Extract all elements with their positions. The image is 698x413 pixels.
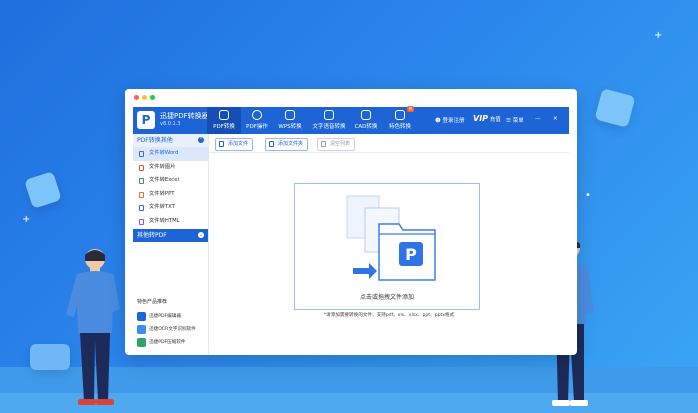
- app-header: P 迅捷PDF转换器 v8.0.1.3 PDF转换 PDF操作 WPS转换 文字…: [133, 106, 569, 134]
- sidebar-item-to-html[interactable]: 文件转HTML: [133, 215, 208, 229]
- sidebar-item-to-ppt[interactable]: 文件转PPT: [133, 188, 208, 202]
- special-icon: [395, 110, 405, 120]
- sidebar: PDF转换其他 ⌃ 文件转Word 文件转图片 文件转Excel 文件转PPT …: [133, 134, 209, 355]
- tab-label: 特色转换: [388, 124, 411, 130]
- minimize-button[interactable]: —: [535, 116, 541, 122]
- vip-recharge-link[interactable]: VIP 充值: [473, 114, 501, 123]
- tab-label: PDF转换: [213, 124, 235, 130]
- login-label: 登录注册: [442, 118, 465, 124]
- window-minimize-dot[interactable]: [142, 95, 147, 100]
- sidebar-group-label: 其他转PDF: [137, 232, 167, 239]
- sidebar-item-to-excel[interactable]: 文件转Excel: [133, 174, 208, 188]
- sparkle-icon: +: [22, 214, 31, 225]
- vip-logo: VIP: [473, 114, 489, 123]
- user-icon: ☻: [435, 118, 441, 124]
- sidebar-item-label: 文件转TXT: [149, 204, 175, 210]
- vip-label: 充值: [489, 117, 501, 123]
- sidebar-group-label: PDF转换其他: [137, 137, 173, 144]
- app-version: v8.0.1.3: [160, 121, 181, 127]
- promo-ocr[interactable]: 迅捷OCR文字识别软件: [137, 324, 196, 335]
- tab-special-convert[interactable]: 热 特色转换: [383, 106, 417, 134]
- app-window: P 迅捷PDF转换器 v8.0.1.3 PDF转换 PDF操作 WPS转换 文字…: [125, 89, 577, 355]
- add-file-label: 添加文件: [228, 141, 249, 147]
- floating-plug-icon: [594, 88, 636, 128]
- add-file-button[interactable]: 添加文件: [215, 138, 254, 151]
- image-file-icon: [139, 164, 144, 171]
- supported-formats-hint: *请添加需要转换的文件，支持pdf、xls、xlsx、ppt、pptx格式: [323, 313, 455, 318]
- tab-pdf-convert[interactable]: PDF转换: [207, 107, 241, 134]
- ocr-app-icon: [137, 325, 146, 334]
- file-dropzone[interactable]: P 点击或拖拽文件添加: [294, 183, 480, 310]
- window-titlebar: [125, 89, 577, 107]
- tab-cad-convert[interactable]: CAD转换: [349, 107, 383, 134]
- sidebar-item-label: 文件转Excel: [149, 177, 179, 183]
- menu-label: 菜单: [512, 118, 524, 124]
- sidebar-item-to-txt[interactable]: 文件转TXT: [133, 201, 208, 215]
- promo-pdf-editor[interactable]: 迅捷PDF编辑器: [137, 311, 181, 322]
- speech-icon: [324, 110, 334, 120]
- pdf-editor-app-icon: [137, 312, 146, 321]
- cad-icon: [361, 110, 371, 120]
- txt-file-icon: [139, 205, 144, 211]
- floating-document-icon: [24, 171, 62, 209]
- promo-label: 迅捷PDF编辑器: [149, 314, 181, 319]
- convert-icon: [219, 110, 229, 120]
- hot-badge: 热: [407, 106, 414, 112]
- sparkle-icon: +: [654, 30, 663, 41]
- add-folder-label: 添加文件夹: [278, 141, 304, 147]
- tab-wps-convert[interactable]: WPS转换: [273, 107, 307, 134]
- main-panel: 添加文件 添加文件夹 清空列表 P 点击或拖拽文件添加 *请添加需要转换的文件，…: [209, 134, 569, 355]
- expand-icon: ⌄: [198, 232, 204, 238]
- clear-list-label: 清空列表: [330, 141, 351, 147]
- close-button[interactable]: ✕: [553, 116, 558, 122]
- add-file-icon: [219, 141, 224, 147]
- add-document-icon: P: [346, 195, 436, 281]
- tab-label: 文字语音转换: [312, 124, 346, 130]
- tab-label: CAD转换: [354, 124, 378, 130]
- promo-background: { "app": { "name": "迅捷PDF转换器", "version"…: [0, 0, 698, 413]
- folder-icon: [269, 141, 274, 147]
- login-register-link[interactable]: ☻ 登录注册: [435, 116, 465, 124]
- tab-label: PDF操作: [246, 124, 268, 130]
- wps-icon: [285, 110, 295, 120]
- toolbar: 添加文件 添加文件夹 清空列表: [209, 134, 569, 153]
- app-logo: P: [137, 111, 155, 129]
- tab-label: WPS转换: [278, 124, 302, 130]
- dropzone-label: 点击或拖拽文件添加: [359, 294, 414, 301]
- pdf-ops-icon: [252, 110, 262, 120]
- promo-pdf-compress[interactable]: 迅捷PDF压缩软件: [137, 337, 186, 348]
- collapse-icon: ⌃: [198, 137, 204, 143]
- menu-icon: ☰: [506, 118, 511, 124]
- compress-app-icon: [137, 338, 146, 347]
- sidebar-item-label: 文件转PPT: [149, 190, 175, 197]
- menu-button[interactable]: ☰ 菜单: [506, 116, 524, 124]
- ppt-file-icon: [139, 191, 144, 198]
- promo-section-title: 特色产品推荐: [137, 299, 168, 305]
- sidebar-item-to-word[interactable]: 文件转Word: [133, 147, 208, 161]
- window-close-dot[interactable]: [134, 95, 139, 100]
- sidebar-group-other-to-pdf[interactable]: 其他转PDF ⌄: [133, 229, 208, 242]
- sidebar-item-to-image[interactable]: 文件转图片: [133, 161, 208, 175]
- sidebar-group-pdf-to-other[interactable]: PDF转换其他 ⌃: [133, 134, 208, 147]
- promo-label: 迅捷OCR文字识别软件: [149, 327, 196, 332]
- add-folder-button[interactable]: 添加文件夹: [265, 138, 309, 151]
- sparkle-icon: •: [585, 190, 591, 201]
- sidebar-item-label: 文件转HTML: [149, 217, 180, 224]
- trash-icon: [321, 141, 326, 147]
- sidebar-item-label: 文件转图片: [149, 163, 176, 170]
- excel-file-icon: [139, 178, 144, 184]
- clear-list-button[interactable]: 清空列表: [317, 138, 356, 151]
- html-file-icon: [139, 218, 144, 225]
- word-file-icon: [139, 151, 144, 157]
- svg-text:P: P: [405, 245, 417, 264]
- tab-speech-convert[interactable]: 文字语音转换: [309, 107, 349, 134]
- tab-pdf-ops[interactable]: PDF操作: [240, 107, 274, 134]
- person-left-illustration: [66, 249, 120, 405]
- sidebar-item-label: 文件转Word: [149, 150, 179, 156]
- app-name: 迅捷PDF转换器: [160, 112, 209, 120]
- window-maximize-dot[interactable]: [150, 95, 155, 100]
- promo-label: 迅捷PDF压缩软件: [149, 340, 186, 345]
